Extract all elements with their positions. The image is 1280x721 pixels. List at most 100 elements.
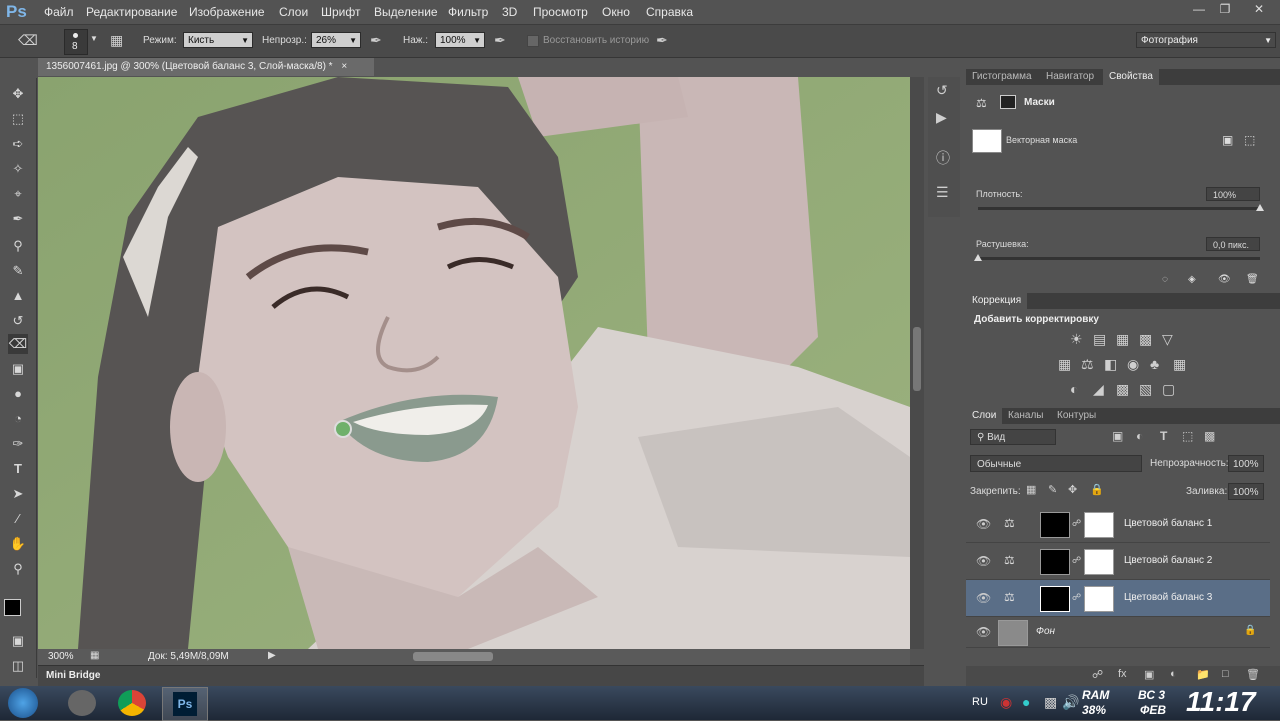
layer-thumb[interactable] <box>998 620 1028 646</box>
trash-icon[interactable]: 🗑 <box>1246 274 1259 285</box>
menu-edit[interactable]: Редактирование <box>86 5 177 19</box>
line-tool-icon[interactable]: ∕ <box>8 509 28 529</box>
type-tool-icon[interactable]: T <box>8 459 28 479</box>
add-vector-mask-icon[interactable]: ⬚ <box>1244 133 1255 147</box>
layer-row[interactable]: 👁 ⚖ ☍ Цветовой баланс 2 <box>966 543 1270 580</box>
new-layer-icon[interactable]: □ <box>1222 668 1229 680</box>
new-group-icon[interactable]: 📁 <box>1196 668 1210 681</box>
start-button[interactable] <box>8 688 38 718</box>
link-icon[interactable]: ☍ <box>1072 592 1081 603</box>
actions-panel-icon[interactable]: ▶ <box>936 109 947 126</box>
layer-thumb[interactable] <box>1084 512 1114 538</box>
tab-layers[interactable]: Слои <box>966 408 1003 424</box>
restore-history-checkbox[interactable] <box>527 35 539 47</box>
quick-select-tool-icon[interactable]: ✧ <box>8 159 28 179</box>
visibility-eye-icon[interactable]: 👁 <box>976 554 991 568</box>
gradient-map-icon[interactable]: ▧ <box>1139 381 1152 398</box>
layer-mask-thumb[interactable] <box>1040 549 1070 575</box>
document-canvas[interactable] <box>38 77 910 649</box>
apply-mask-icon[interactable]: ◈ <box>1188 274 1196 285</box>
brush-panel-icon[interactable]: ▦ <box>110 32 123 49</box>
menu-file[interactable]: Файл <box>44 5 74 19</box>
layer-row[interactable]: 👁 Фон 🔒 <box>966 617 1270 648</box>
feather-input[interactable]: 0,0 пикс. <box>1206 237 1260 251</box>
status-arrow-icon[interactable]: ▶ <box>268 650 276 661</box>
posterize-icon[interactable]: ◢ <box>1093 381 1104 398</box>
menu-filter[interactable]: Фильтр <box>448 5 488 19</box>
layer-row-selected[interactable]: 👁 ⚖ ☍ Цветовой баланс 3 <box>966 580 1270 617</box>
visibility-icon[interactable]: 👁 <box>1218 274 1231 285</box>
volume-icon[interactable]: 🔊 <box>1062 694 1079 711</box>
screen-mode-icon[interactable]: ◫ <box>8 656 28 676</box>
filter-pixel-icon[interactable]: ▣ <box>1112 429 1123 443</box>
menu-type[interactable]: Шрифт <box>321 5 360 19</box>
fill-input[interactable]: 100% <box>1228 483 1264 500</box>
feather-slider-handle[interactable] <box>974 254 982 261</box>
feather-slider[interactable] <box>974 254 1260 261</box>
visibility-eye-icon[interactable]: 👁 <box>976 517 991 531</box>
status-menu-icon[interactable]: ▦ <box>90 650 99 661</box>
blend-mode-select[interactable]: Обычные <box>970 455 1142 472</box>
filter-smart-icon[interactable]: ▩ <box>1204 429 1215 443</box>
invert-icon[interactable]: ◐ <box>1070 381 1078 397</box>
vertical-scroll-thumb[interactable] <box>913 327 921 391</box>
dodge-tool-icon[interactable]: ◔ <box>8 409 28 429</box>
marquee-tool-icon[interactable]: ⬚ <box>8 109 28 129</box>
levels-icon[interactable]: ▤ <box>1093 331 1106 348</box>
exposure-icon[interactable]: ▩ <box>1139 331 1152 348</box>
zoom-level[interactable]: 300% <box>48 651 74 662</box>
tray-app-icon[interactable]: ● <box>1022 694 1030 710</box>
layer-thumb[interactable] <box>1084 586 1114 612</box>
blur-tool-icon[interactable]: ● <box>8 384 28 404</box>
link-icon[interactable]: ☍ <box>1072 518 1081 529</box>
layer-mask-thumb[interactable] <box>1040 512 1070 538</box>
crop-tool-icon[interactable]: ⌖ <box>8 184 28 204</box>
tab-histogram[interactable]: Гистограмма <box>966 69 1038 85</box>
curves-icon[interactable]: ▦ <box>1116 331 1129 348</box>
photo-filter-icon[interactable]: ◉ <box>1127 356 1139 373</box>
gradient-tool-icon[interactable]: ▣ <box>8 359 28 379</box>
minimize-icon[interactable]: — <box>1190 2 1208 16</box>
chevron-down-icon[interactable]: ▼ <box>90 34 98 43</box>
new-adjustment-icon[interactable]: ◐ <box>1170 668 1177 680</box>
menu-layers[interactable]: Слои <box>279 5 308 19</box>
lock-all-icon[interactable]: 🔒 <box>1090 483 1104 496</box>
pen-tool-icon[interactable]: ✑ <box>8 434 28 454</box>
link-icon[interactable]: ☍ <box>1072 555 1081 566</box>
delete-layer-icon[interactable]: 🗑 <box>1246 668 1260 681</box>
path-select-tool-icon[interactable]: ➤ <box>8 484 28 504</box>
history-brush-tool-icon[interactable]: ↺ <box>8 311 28 331</box>
opacity-input[interactable]: 26% ▼ <box>311 32 361 48</box>
add-pixel-mask-icon[interactable]: ▣ <box>1222 133 1233 147</box>
filter-adjust-icon[interactable]: ◐ <box>1136 429 1143 443</box>
tab-channels[interactable]: Каналы <box>1002 408 1050 424</box>
restore-icon[interactable]: ❐ <box>1216 2 1234 16</box>
flow-input[interactable]: 100% ▼ <box>435 32 485 48</box>
filter-shape-icon[interactable]: ⬚ <box>1182 429 1193 443</box>
tab-paths[interactable]: Контуры <box>1051 408 1102 424</box>
zoom-tool-icon[interactable]: ⚲ <box>8 559 28 579</box>
airbrush-icon[interactable]: ✒ <box>494 32 506 49</box>
menu-window[interactable]: Окно <box>602 5 630 19</box>
eraser-tool-icon[interactable]: ⌫ <box>8 334 28 354</box>
layer-row[interactable]: 👁 ⚖ ☍ Цветовой баланс 1 <box>966 506 1270 543</box>
chrome-icon[interactable] <box>118 690 146 716</box>
visibility-eye-icon[interactable]: 👁 <box>976 625 991 639</box>
app-icon-generic[interactable] <box>68 690 96 716</box>
menu-image[interactable]: Изображение <box>189 5 265 19</box>
menu-help[interactable]: Справка <box>646 5 693 19</box>
lock-position-icon[interactable]: ✥ <box>1068 483 1077 496</box>
record-icon[interactable]: ◉ <box>1000 694 1012 711</box>
close-icon[interactable]: ✕ <box>1250 2 1268 16</box>
pressure-opacity-icon[interactable]: ✒ <box>370 32 382 49</box>
mini-bridge-label[interactable]: Mini Bridge <box>46 670 100 681</box>
layer-opacity-input[interactable]: 100% <box>1228 455 1264 472</box>
info-panel-icon[interactable]: ⓘ <box>936 148 950 168</box>
eyedropper-tool-icon[interactable]: ✒ <box>8 209 28 229</box>
brightness-icon[interactable]: ☀ <box>1070 331 1083 348</box>
healing-brush-tool-icon[interactable]: ⚲ <box>8 236 28 256</box>
clone-stamp-tool-icon[interactable]: ▲ <box>8 286 28 306</box>
document-tab[interactable]: 1356007461.jpg @ 300% (Цветовой баланс 3… <box>38 58 374 76</box>
horizontal-scroll-thumb[interactable] <box>413 652 493 661</box>
menu-3d[interactable]: 3D <box>502 5 517 19</box>
